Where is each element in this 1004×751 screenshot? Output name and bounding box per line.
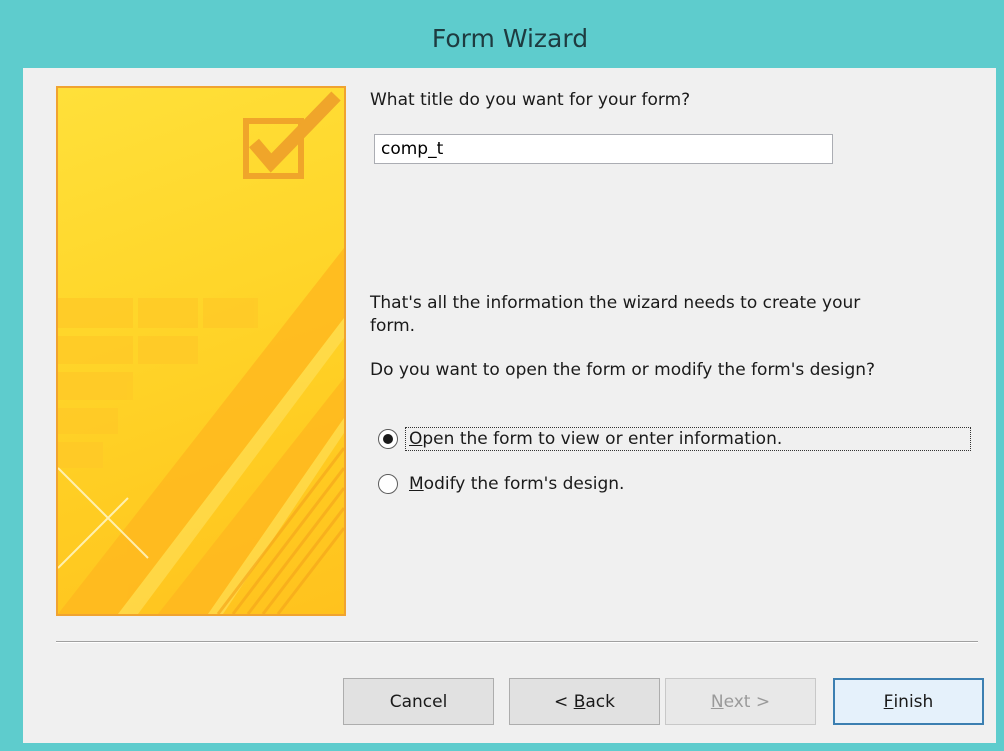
accesskey-b: B [573,691,586,712]
wizard-illustration [56,86,346,616]
cancel-button[interactable]: Cancel [343,678,494,725]
radio-modify-design[interactable]: Modify the form's design. [378,470,627,498]
info-line-1: That's all the information the wizard ne… [370,293,861,313]
accesskey-n: N [710,691,724,712]
info-line-2: form. [370,316,416,336]
radio-selected-dot [383,434,393,444]
radio-modify-design-circle[interactable] [378,474,398,494]
radio-open-form-circle[interactable] [378,429,398,449]
radio-modify-design-label[interactable]: Modify the form's design. [406,473,627,495]
next-button[interactable]: Next > [665,678,816,725]
radio-open-form-text: pen the form to view or enter informatio… [422,429,783,449]
radio-open-form-label[interactable]: Open the form to view or enter informati… [405,427,971,451]
form-wizard-window: Form Wizard What title do you want for y… [0,0,1004,751]
back-button-arrow: < [554,691,574,712]
title-question: What title do you want for your form? [370,90,691,110]
next-button-text: ext > [723,691,771,712]
finish-button[interactable]: Finish [833,678,984,725]
form-title-input[interactable] [374,134,833,164]
open-or-modify-question: Do you want to open the form or modify t… [370,360,876,380]
form-checkmark-illustration [58,91,344,614]
accesskey-o: O [409,429,423,449]
radio-modify-design-text: odify the form's design. [423,474,625,494]
finish-button-text: inish [893,691,934,712]
window-title: Form Wizard [431,23,589,53]
back-button-text: ack [585,691,615,712]
wizard-body: What title do you want for your form? Th… [23,68,996,743]
back-button[interactable]: < Back [509,678,660,725]
button-separator [56,641,978,643]
accesskey-f: F [883,691,894,712]
accesskey-m: M [409,474,424,494]
radio-open-form[interactable]: Open the form to view or enter informati… [378,425,971,453]
